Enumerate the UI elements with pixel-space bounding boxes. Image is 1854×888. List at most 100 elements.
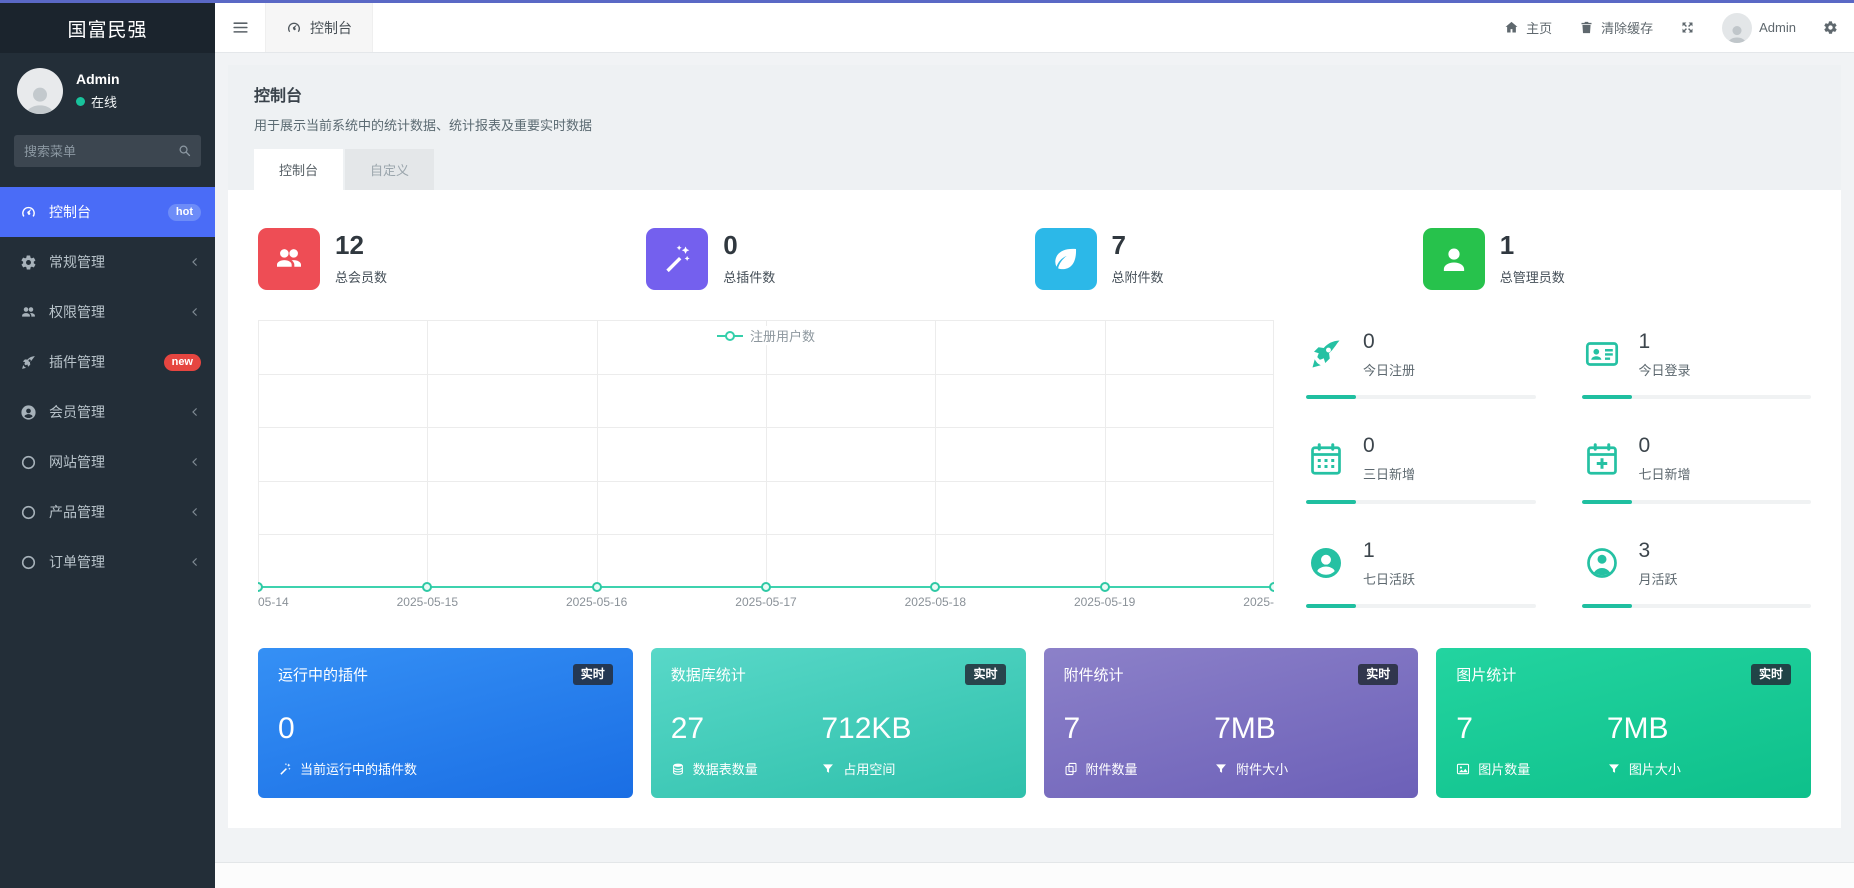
mini-stat-label: 今日登录 (1639, 360, 1691, 379)
user-circle-outline-icon (1582, 545, 1622, 581)
database-icon (671, 762, 685, 776)
circle-icon (18, 554, 38, 571)
home-link[interactable]: 主页 (1504, 18, 1552, 37)
topbar-username: Admin (1759, 20, 1796, 35)
realtime-badge: 实时 (573, 664, 613, 684)
chevron-left-icon (189, 406, 201, 418)
card-value: 27 (671, 714, 822, 744)
magic-wand-icon (646, 228, 708, 290)
card-value-label: 数据表数量 (693, 759, 758, 778)
card-value-label: 当前运行中的插件数 (300, 759, 417, 778)
panel-body: 12 总会员数 0 总插件数 (228, 190, 1841, 828)
sidebar-item-label: 订单管理 (49, 552, 105, 572)
sidebar-item-addon[interactable]: 插件管理 new (0, 337, 215, 387)
circle-icon (18, 504, 38, 521)
rocket-icon (1306, 336, 1346, 372)
stat-label: 总会员数 (335, 267, 387, 286)
card-attachment-stats: 附件统计 实时 7 附件数量 (1044, 648, 1419, 798)
progress-bar (1306, 395, 1536, 399)
realtime-badge: 实时 (1358, 664, 1398, 684)
chevron-left-icon (189, 506, 201, 518)
x-tick: 2025-05-19 (1074, 595, 1135, 609)
stat-value: 7 (1112, 232, 1164, 259)
stat-value: 0 (723, 232, 775, 259)
circle-icon (18, 454, 38, 471)
footer-bar (215, 862, 1854, 888)
stat-total-attachments: 7 总附件数 (1035, 228, 1423, 290)
menu-search (14, 135, 201, 167)
users-icon (18, 304, 38, 321)
sidebar-item-products[interactable]: 产品管理 (0, 487, 215, 537)
user-circle-icon (1306, 545, 1346, 581)
card-secondary-value: 7MB (1607, 714, 1791, 744)
stat-value: 12 (335, 232, 387, 259)
user-panel: Admin 在线 (0, 53, 215, 127)
online-dot-icon (76, 97, 85, 106)
sidebar-item-label: 权限管理 (49, 302, 105, 322)
sidebar-menu: 控制台 hot 常规管理 权限管理 插件管理 new 会员管理 (0, 187, 215, 587)
sidebar-item-label: 常规管理 (49, 252, 105, 272)
progress-bar (1306, 604, 1536, 608)
stat-label: 总插件数 (723, 267, 775, 286)
user-menu[interactable]: Admin (1722, 13, 1796, 43)
mini-stat-seven-day-new: 0 七日新增 (1582, 427, 1812, 504)
x-tick: 2025-05-15 (397, 595, 458, 609)
user-circle-icon (18, 404, 38, 421)
mini-stat-month-active: 3 月活跃 (1582, 531, 1812, 608)
legend-label: 注册用户数 (750, 326, 815, 345)
sidebar-item-general[interactable]: 常规管理 (0, 237, 215, 287)
sidebar-item-label: 插件管理 (49, 352, 105, 372)
info-cards: 运行中的插件 实时 0 当前运行中的插件数 (258, 648, 1811, 798)
stat-total-admins: 1 总管理员数 (1423, 228, 1811, 290)
stat-value: 1 (1500, 232, 1565, 259)
card-value: 0 (278, 714, 613, 744)
sidebar-item-dashboard[interactable]: 控制台 hot (0, 187, 215, 237)
card-title: 数据库统计 (671, 664, 746, 685)
filter-icon (1214, 762, 1228, 776)
calendar-icon (1306, 441, 1346, 477)
sidebar-item-orders[interactable]: 订单管理 (0, 537, 215, 587)
rocket-icon (18, 354, 38, 371)
sidebar-item-members[interactable]: 会员管理 (0, 387, 215, 437)
settings-button[interactable] (1823, 20, 1838, 35)
user-name: Admin (76, 71, 120, 87)
mini-stat-three-day-new: 0 三日新增 (1306, 427, 1536, 504)
card-secondary-label: 占用空间 (843, 759, 895, 778)
chevron-left-icon (189, 556, 201, 568)
search-input[interactable] (14, 135, 201, 167)
sidebar-item-website[interactable]: 网站管理 (0, 437, 215, 487)
sidebar-item-auth[interactable]: 权限管理 (0, 287, 215, 337)
brand-title: 国富民强 (0, 3, 215, 53)
hamburger-menu-button[interactable] (215, 3, 265, 52)
chevron-left-icon (189, 456, 201, 468)
fullscreen-button[interactable] (1680, 20, 1695, 35)
tab-dashboard[interactable]: 控制台 (254, 149, 343, 190)
calendar-plus-icon (1582, 441, 1622, 477)
mini-stat-label: 七日活跃 (1363, 569, 1415, 588)
mini-stat-label: 七日新增 (1639, 464, 1691, 483)
page-subtitle: 用于展示当前系统中的统计数据、统计报表及重要实时数据 (254, 115, 1815, 134)
summary-stats: 12 总会员数 0 总插件数 (258, 194, 1811, 316)
clear-cache-button[interactable]: 清除缓存 (1579, 18, 1653, 37)
registered-users-chart: 注册用户数 2025-05-14 2025-05-15 2025-05-16 2… (258, 320, 1274, 614)
gear-icon (1823, 20, 1838, 35)
chart-plot-area: 注册用户数 (258, 320, 1274, 588)
top-accent-line (0, 0, 1854, 3)
stat-label: 总管理员数 (1500, 267, 1565, 286)
realtime-badge: 实时 (1751, 664, 1791, 684)
gears-icon (18, 254, 38, 271)
topbar-tab-dashboard[interactable]: 控制台 (265, 3, 373, 52)
search-icon[interactable] (177, 143, 192, 158)
chevron-left-icon (189, 256, 201, 268)
mini-stat-label: 三日新增 (1363, 464, 1415, 483)
user-status: 在线 (76, 92, 120, 111)
legend-line-icon (717, 335, 743, 337)
x-tick: 2025-05-20 (1243, 595, 1274, 609)
status-label: 在线 (91, 92, 117, 111)
x-tick: 2025-05-17 (735, 595, 796, 609)
mini-stat-value: 1 (1363, 539, 1415, 563)
avatar[interactable] (17, 68, 63, 114)
chart-legend[interactable]: 注册用户数 (712, 326, 820, 345)
tab-custom[interactable]: 自定义 (345, 149, 434, 190)
card-database-stats: 数据库统计 实时 27 数据表数量 (651, 648, 1026, 798)
